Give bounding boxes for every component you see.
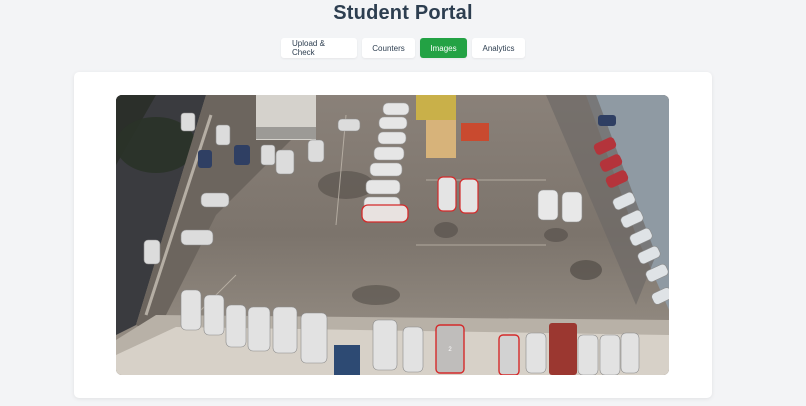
parking-lot-image: 2 xyxy=(116,95,669,375)
tab-analytics[interactable]: Analytics xyxy=(472,38,525,58)
tab-upload-check[interactable]: Upload & Check xyxy=(281,38,357,58)
parking-lot-photo: 2 xyxy=(116,95,669,375)
page-title: Student Portal xyxy=(333,2,473,24)
tab-images[interactable]: Images xyxy=(420,38,467,58)
image-card: 2 xyxy=(74,72,712,398)
tab-bar: Upload & Check Counters Images Analytics xyxy=(0,38,806,58)
tab-counters[interactable]: Counters xyxy=(362,38,415,58)
